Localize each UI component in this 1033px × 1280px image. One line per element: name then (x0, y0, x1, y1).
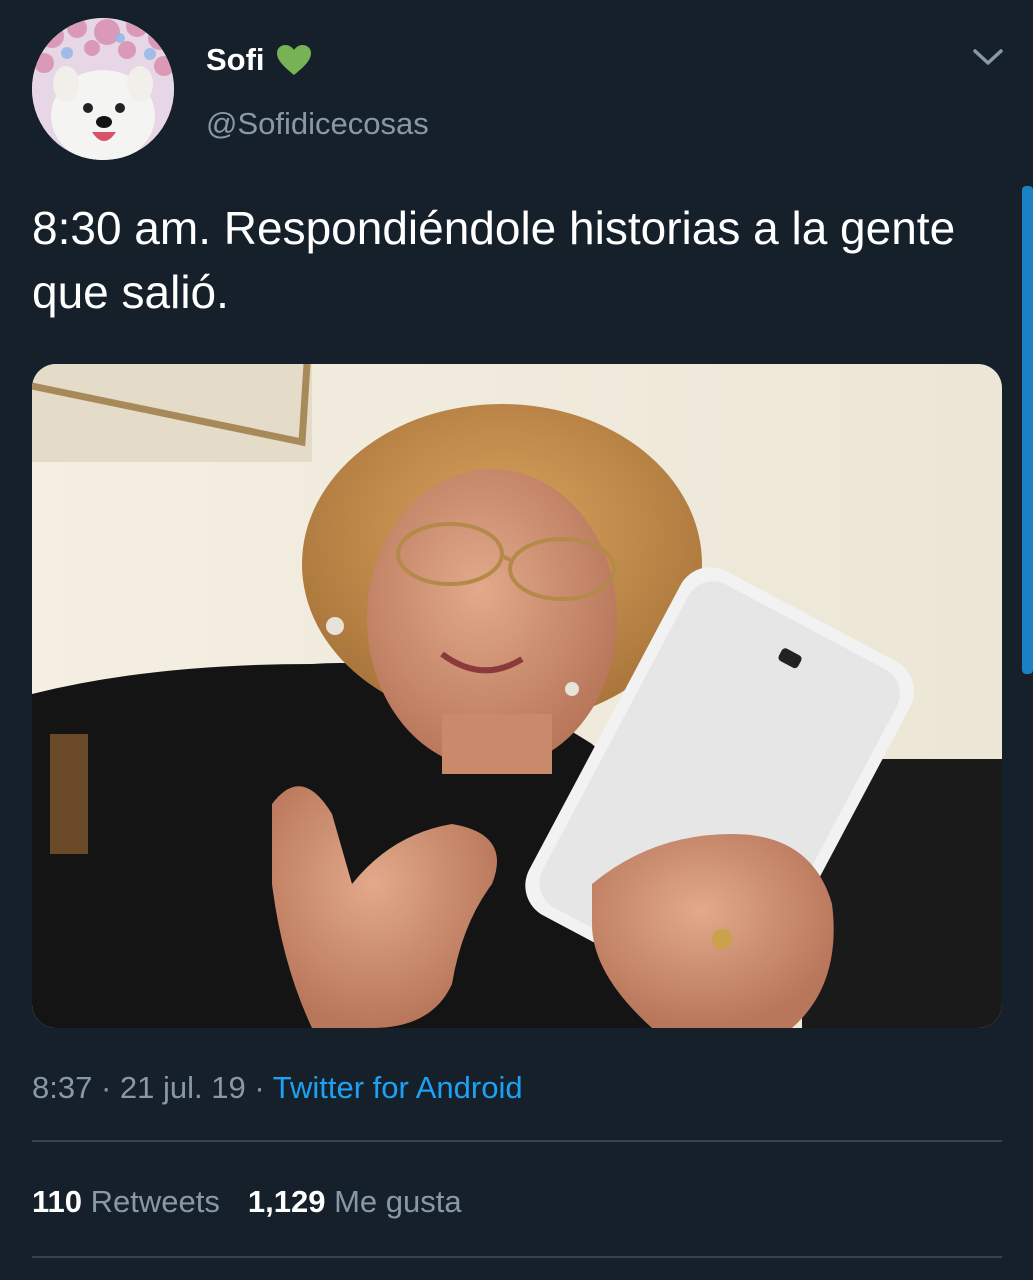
divider (32, 1140, 1002, 1142)
tweet-source-link[interactable]: Twitter for Android (273, 1070, 523, 1105)
green-heart-icon (275, 43, 313, 77)
meta-separator: · (100, 1070, 112, 1105)
divider (32, 1256, 1002, 1258)
tweet-media-image[interactable] (32, 364, 1002, 1028)
tweet-time: 8:37 (32, 1070, 93, 1105)
meta-separator: · (254, 1070, 265, 1105)
tweet-text: 8:30 am. Respondiéndole historias a la g… (32, 202, 956, 318)
retweets-count: 110 (32, 1184, 83, 1219)
dog-avatar-image (32, 18, 174, 160)
likes-stat[interactable]: 1,129 Me gusta (248, 1184, 462, 1219)
scrollbar[interactable] (1022, 186, 1033, 674)
avatar[interactable] (32, 18, 174, 160)
chevron-down-icon[interactable] (970, 42, 1006, 72)
display-name[interactable]: Sofi (206, 40, 265, 80)
tweet-date: 21 jul. 19 (119, 1070, 246, 1105)
woman-with-tablet-photo (32, 364, 1002, 1028)
tweet-metadata: 8:37 · 21 jul. 19 · Twitter for Android (32, 1066, 523, 1110)
likes-count: 1,129 (247, 1184, 326, 1219)
likes-label: Me gusta (334, 1184, 462, 1219)
author-name-row[interactable]: Sofi (206, 40, 313, 80)
retweets-label: Retweets (90, 1184, 220, 1219)
tweet-detail-screen: Sofi @Sofidicecosas 8:30 am. Respondiénd… (0, 0, 1033, 1280)
tweet-stats: 110 Retweets 1,129 Me gusta (32, 1180, 462, 1224)
retweets-stat[interactable]: 110 Retweets (32, 1184, 220, 1219)
author-handle[interactable]: @Sofidicecosas (206, 104, 429, 144)
